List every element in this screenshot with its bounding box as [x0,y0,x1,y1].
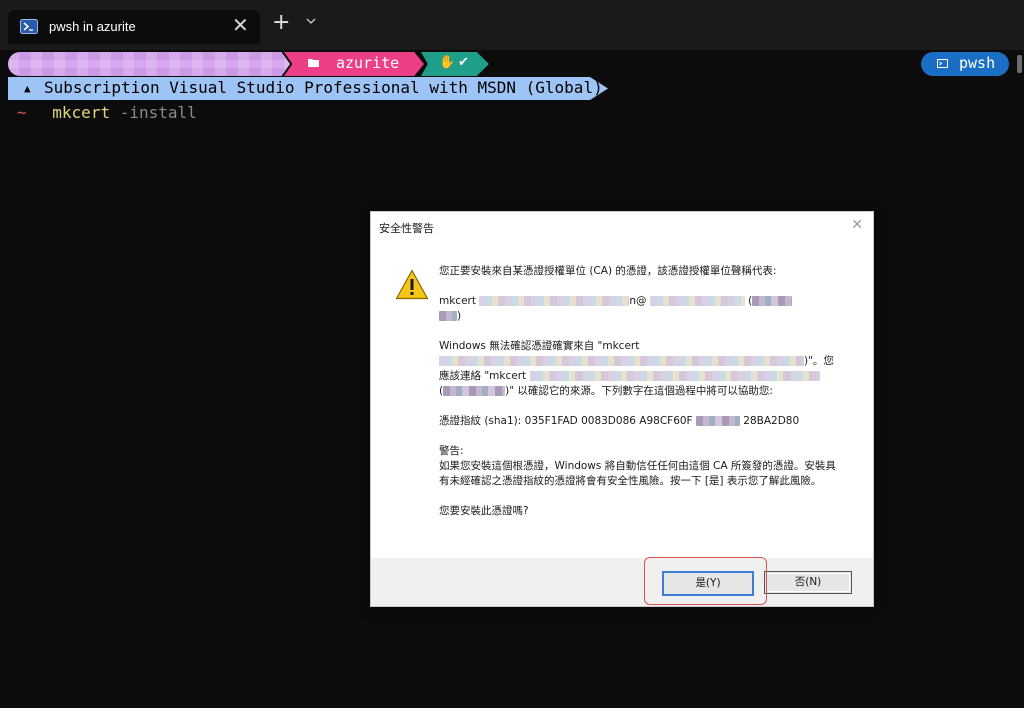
command-name: mkcert [52,103,111,122]
warning-label: 警告: [439,445,464,457]
ca-paren-close: ) [457,310,462,322]
redacted-text [529,371,820,381]
tab-title: pwsh in azurite [49,19,136,34]
redacted-text [649,296,745,306]
close-icon[interactable]: ✕ [851,217,863,233]
terminal-tab[interactable]: pwsh in azurite ✕ [8,10,260,44]
verify-line-4: )" 以確認它的來源。下列數字在這個過程中將可以協助您: [505,385,773,397]
command-line: ~ mkcert -install [17,103,197,122]
security-warning-dialog: 安全性警告 ✕ 您正要安裝來自某憑證授權單位 (CA) 的憑證，該憑證授權單位聲… [370,211,874,607]
verify-text: Windows 無法確認憑證確實來自 "mkcert )"。您 應該連絡 "mk… [439,339,839,399]
hand-icon: ✋ [439,55,456,70]
warning-text: 如果您安裝這個根憑證，Windows 將自動信任任何由這個 CA 所簽發的憑證。… [439,460,836,487]
thumbprint-line: 憑證指紋 (sha1): 035F1FAD 0083D086 A98CF60F … [439,414,839,429]
verify-line-2-end: )"。您 [804,355,834,367]
directory-name: azurite [336,54,400,72]
subscription-segment: ▲ Subscription Visual Studio Professiona… [8,77,608,100]
command-argument: -install [119,103,197,122]
dialog-title: 安全性警告 [379,222,434,235]
ca-email-at: n@ [629,295,647,307]
thumbprint-suffix: 28BA2D80 [743,415,800,427]
terminal-icon [937,59,948,68]
check-icon: ✔ [458,55,469,70]
prompt-git-segment: ✋ ✔ [421,52,489,76]
ca-name-prefix: mkcert [439,295,476,307]
redacted-text [439,356,804,366]
install-question: 您要安裝此憑證嗎? [439,505,529,517]
dialog-footer: 是(Y) 否(N) [371,558,873,606]
close-tab-icon[interactable]: ✕ [232,13,249,37]
tab-bar: pwsh in azurite ✕ + [0,0,1024,50]
subscription-name: Subscription Visual Studio Professional … [44,78,603,97]
redacted-text [439,311,457,321]
warning-icon [395,269,429,300]
prompt-user-segment-redacted [8,52,290,76]
yes-button-highlight [644,557,767,605]
dialog-content: 您正要安裝來自某憑證授權單位 (CA) 的憑證，該憑證授權單位聲稱代表: mkc… [439,264,839,519]
redacted-text [752,296,793,306]
new-tab-button[interactable]: + [272,12,290,34]
verify-line-3: 應該連絡 "mkcert [439,370,527,382]
redacted-text [443,386,506,396]
verify-line-1: Windows 無法確認憑證確實來自 "mkcert [439,340,640,352]
prompt-shell-segment: pwsh [921,52,1009,76]
prompt-tilde: ~ [17,103,27,122]
shell-name: pwsh [959,54,996,72]
thumbprint-prefix: 憑證指紋 (sha1): 035F1FAD 0083D086 A98CF60F [439,415,693,427]
no-button[interactable]: 否(N) [764,571,852,594]
prompt-directory-segment: azurite [284,52,424,76]
folder-icon [308,59,319,67]
azure-icon: ▲ [24,82,31,95]
scrollbar[interactable] [1017,55,1022,73]
redacted-text [479,296,630,306]
redacted-text [695,416,740,426]
powershell-icon [20,19,38,34]
ca-intro-text: 您正要安裝來自某憑證授權單位 (CA) 的憑證，該憑證授權單位聲稱代表: [439,265,777,277]
ca-name-line: mkcert n@ ( ) [439,294,839,324]
chevron-down-icon[interactable] [306,17,316,25]
